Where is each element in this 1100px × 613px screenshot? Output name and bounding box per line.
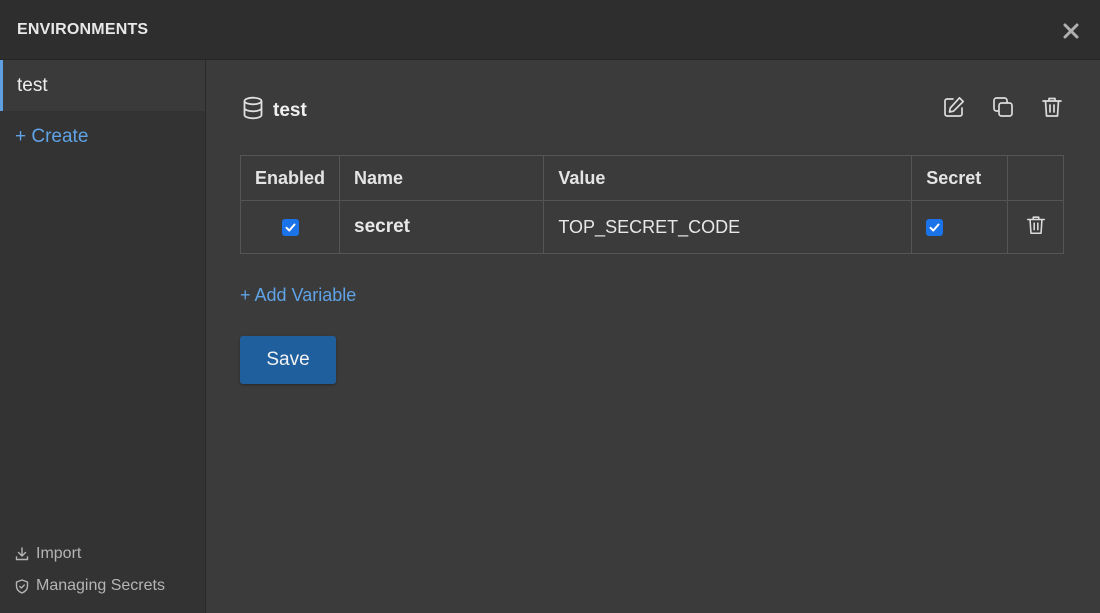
sidebar-item-test[interactable]: test	[0, 60, 205, 111]
environment-sidebar: test + Create Import Managing Secrets	[0, 60, 206, 613]
modal-header: ENVIRONMENTS	[0, 0, 1100, 60]
managing-secrets-label: Managing Secrets	[36, 577, 165, 594]
column-header-actions	[1007, 155, 1064, 201]
download-icon	[15, 547, 29, 561]
add-variable-link[interactable]: + Add Variable	[240, 285, 356, 306]
create-environment-link[interactable]: + Create	[15, 126, 88, 148]
column-header-secret: Secret	[911, 155, 1009, 201]
save-button[interactable]: Save	[240, 336, 336, 384]
sidebar-item-label: test	[17, 75, 48, 96]
environment-header: test	[242, 96, 307, 125]
table-header-row: Enabled Name Value Secret	[239, 155, 1064, 201]
environment-title: test	[273, 99, 307, 121]
secret-cell	[911, 200, 1009, 254]
column-header-value: Value	[543, 155, 913, 201]
import-label: Import	[36, 545, 82, 562]
managing-secrets-link[interactable]: Managing Secrets	[15, 577, 165, 595]
column-header-name: Name	[339, 155, 545, 201]
environment-actions	[942, 95, 1064, 119]
table-row: secret TOP_SECRET_CODE	[239, 200, 1064, 254]
delete-variable-icon[interactable]	[1025, 214, 1047, 241]
database-icon	[242, 96, 264, 125]
row-actions-cell	[1007, 200, 1064, 254]
environments-modal: ENVIRONMENTS test + Create Import Managi…	[0, 0, 1100, 613]
variable-value-cell[interactable]: TOP_SECRET_CODE	[543, 200, 913, 254]
enabled-cell	[239, 200, 341, 254]
variables-table: Enabled Name Value Secret secret TOP_SEC…	[239, 155, 1064, 254]
trash-icon[interactable]	[1040, 95, 1064, 119]
column-header-enabled: Enabled	[239, 155, 341, 201]
enabled-checkbox[interactable]	[281, 219, 299, 237]
edit-icon[interactable]	[942, 95, 966, 119]
import-link[interactable]: Import	[15, 545, 81, 563]
shield-icon	[15, 578, 29, 594]
copy-icon[interactable]	[991, 95, 1015, 119]
variable-name-cell[interactable]: secret	[339, 200, 545, 254]
secret-checkbox[interactable]	[926, 219, 944, 237]
close-icon[interactable]	[1062, 22, 1080, 40]
environment-details: test Enabled Name Value Secret secret TO…	[206, 60, 1100, 613]
modal-title: ENVIRONMENTS	[17, 21, 149, 38]
